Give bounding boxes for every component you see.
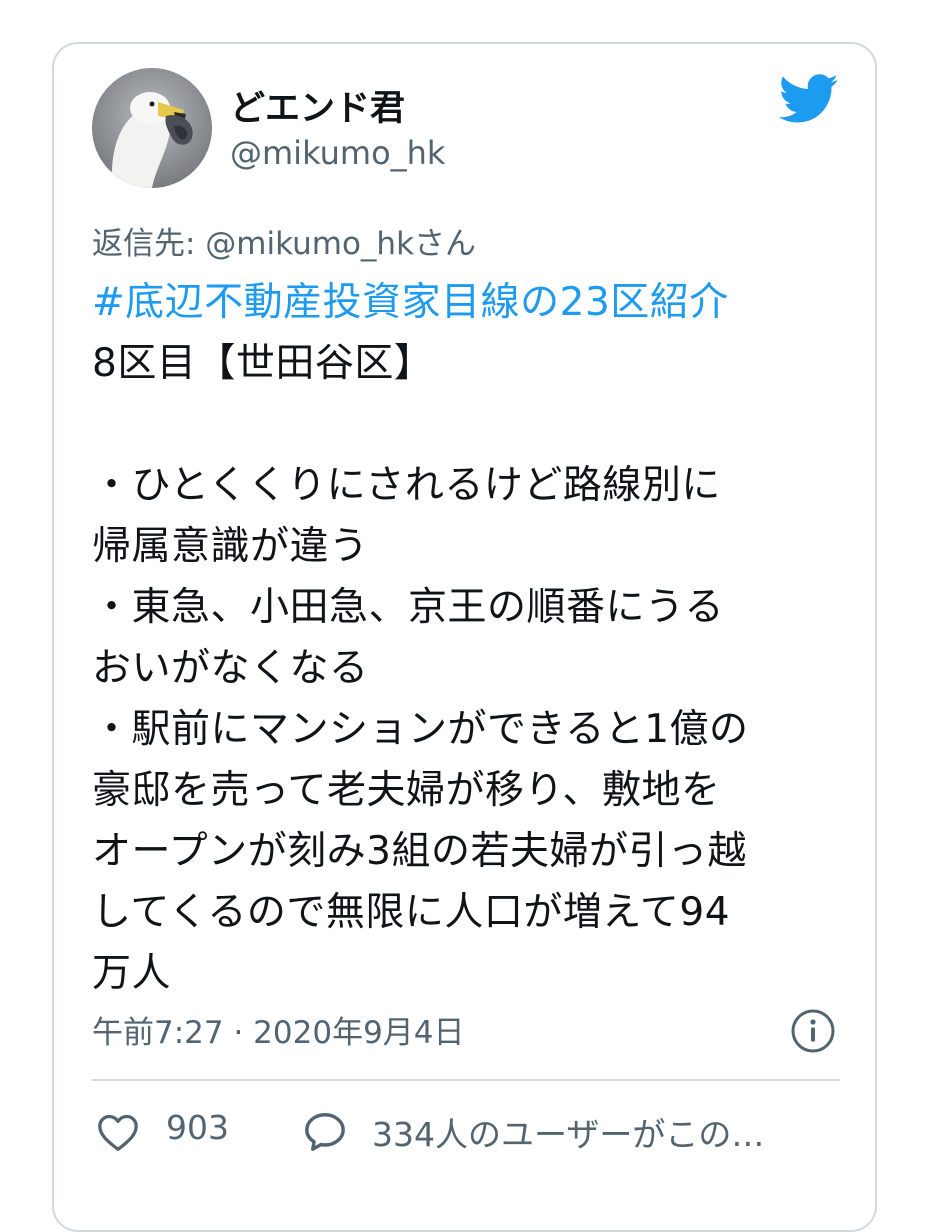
hashtag-link[interactable]: #底辺不動産投資家目線の23区紹介 bbox=[92, 272, 852, 333]
tweet-body-line: ・東急、小田急、京王の順番にうる bbox=[92, 585, 725, 630]
tweet-body-line: 帰属意識が違う bbox=[92, 524, 369, 569]
tweet-body: #底辺不動産投資家目線の23区紹介 8区目【世田谷区】 ・ひとくくりにされるけど… bbox=[92, 272, 852, 1004]
like-count[interactable]: 903 bbox=[166, 1108, 229, 1147]
tweet-body-line: ・駅前にマンションができると1億の bbox=[92, 707, 749, 752]
heart-icon[interactable] bbox=[96, 1112, 140, 1152]
speech-bubble-icon[interactable] bbox=[302, 1110, 348, 1154]
tweet-body-line bbox=[92, 394, 852, 455]
tweet-body-line: おいがなくなる bbox=[92, 646, 369, 691]
tweet-timestamp[interactable]: 午前7:27 · 2020年9月4日 bbox=[92, 1007, 465, 1052]
avatar[interactable] bbox=[92, 68, 212, 188]
tweet-body-line: してくるので無限に人口が増えて94 bbox=[92, 890, 731, 935]
author-display-name[interactable]: どエンド君 bbox=[230, 80, 405, 131]
divider bbox=[92, 1079, 840, 1081]
tweet-body-line: 万人 bbox=[92, 951, 172, 996]
author-handle[interactable]: @mikumo_hk bbox=[230, 134, 445, 172]
tweet-body-line: 豪邸を売って老夫婦が移り、敷地を bbox=[92, 768, 721, 813]
info-icon[interactable] bbox=[790, 1008, 836, 1054]
reply-summary-link[interactable]: 334人のユーザーがこの… bbox=[372, 1108, 764, 1156]
reply-to-label[interactable]: 返信先: @mikumo_hkさん bbox=[92, 218, 476, 263]
tweet-body-line: 8区目【世田谷区】 bbox=[92, 341, 434, 386]
twitter-bird-icon[interactable] bbox=[778, 74, 839, 124]
tweet-body-line: オープンが刻み3組の若夫婦が引っ越 bbox=[92, 829, 747, 874]
tweet-body-line: ・ひとくくりにされるけど路線別に bbox=[92, 463, 721, 508]
